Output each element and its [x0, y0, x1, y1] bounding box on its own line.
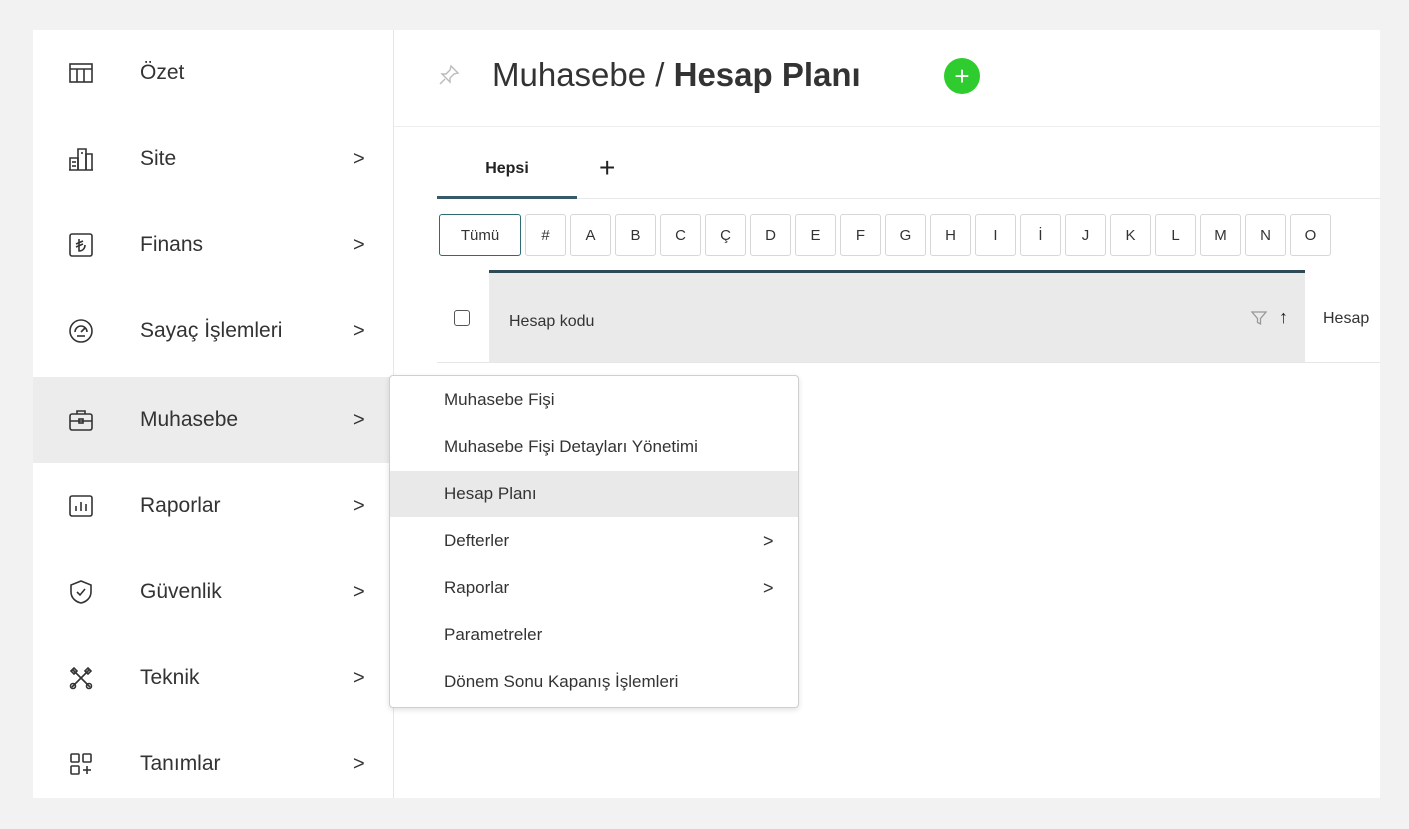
briefcase-icon [67, 406, 95, 434]
letter-filter[interactable]: İ [1020, 214, 1061, 256]
select-all-checkbox[interactable] [454, 310, 470, 326]
muhasebe-submenu: Muhasebe Fişi Muhasebe Fişi Detayları Yö… [389, 375, 799, 708]
letter-filter[interactable]: M [1200, 214, 1241, 256]
letter-filter[interactable]: K [1110, 214, 1151, 256]
chevron-right-icon: > [763, 530, 774, 551]
sidebar-item-site[interactable]: Site > [33, 116, 393, 202]
sidebar-item-label: Tanımlar [140, 752, 221, 775]
table-icon [67, 59, 95, 87]
chevron-right-icon: > [763, 577, 774, 598]
letter-filter[interactable]: H [930, 214, 971, 256]
letter-filter[interactable]: Ç [705, 214, 746, 256]
chevron-right-icon: > [353, 752, 365, 775]
sidebar-item-tanimlar[interactable]: Tanımlar > [33, 721, 393, 798]
filter-icon[interactable] [1250, 310, 1268, 326]
menu-item-defterler[interactable]: Defterler > [390, 518, 798, 564]
table-header: Hesap kodu ↑ Hesap [437, 270, 1380, 363]
breadcrumb[interactable]: Muhasebe / [492, 56, 674, 93]
tab-bar: Hepsi + [437, 142, 1380, 199]
page-header: Muhasebe / Hesap Planı + [394, 30, 1380, 127]
menu-item-muhasebe-fisi-detaylari[interactable]: Muhasebe Fişi Detayları Yönetimi [390, 424, 798, 470]
menu-item-label: Dönem Sonu Kapanış İşlemleri [444, 672, 679, 691]
chevron-right-icon: > [353, 494, 365, 517]
letter-filter[interactable]: # [525, 214, 566, 256]
chevron-right-icon: > [353, 147, 365, 170]
menu-item-donem-sonu-kapanis[interactable]: Dönem Sonu Kapanış İşlemleri [390, 659, 798, 705]
bar-chart-icon [67, 492, 95, 520]
page-title: Muhasebe / Hesap Planı [492, 56, 861, 94]
letter-filter[interactable]: O [1290, 214, 1331, 256]
letter-filter[interactable]: I [975, 214, 1016, 256]
letter-filter-bar: Tümü # A B C Ç D E F G H I İ J K L M N O [439, 214, 1331, 258]
column-header-label: Hesap kodu [509, 313, 595, 330]
menu-item-label: Raporlar [444, 578, 510, 597]
pin-icon[interactable] [437, 63, 461, 87]
chevron-right-icon: > [353, 408, 365, 431]
add-tab-button[interactable]: + [599, 152, 615, 184]
shield-icon [67, 578, 95, 606]
tab-hepsi[interactable]: Hepsi [437, 142, 577, 199]
letter-filter[interactable]: E [795, 214, 836, 256]
building-icon [67, 145, 95, 173]
menu-item-raporlar[interactable]: Raporlar > [390, 565, 798, 611]
grid-plus-icon [67, 750, 95, 778]
letter-filter[interactable]: L [1155, 214, 1196, 256]
chevron-right-icon: > [353, 233, 365, 256]
sidebar: Özet Site > Finans > Sayaç İşlemleri > M… [33, 30, 394, 798]
lira-icon [67, 231, 95, 259]
menu-item-label: Muhasebe Fişi [444, 390, 555, 409]
column-header-hesap[interactable]: Hesap [1323, 310, 1369, 328]
sidebar-item-muhasebe[interactable]: Muhasebe > [33, 377, 393, 463]
sidebar-item-teknik[interactable]: Teknik > [33, 635, 393, 721]
letter-filter[interactable]: A [570, 214, 611, 256]
tools-icon [67, 664, 95, 692]
current-page-label: Hesap Planı [673, 56, 861, 93]
sidebar-item-ozet[interactable]: Özet [33, 30, 393, 116]
add-button[interactable]: + [944, 58, 980, 94]
letter-filter[interactable]: B [615, 214, 656, 256]
menu-item-muhasebe-fisi[interactable]: Muhasebe Fişi [390, 377, 798, 423]
chevron-right-icon: > [353, 666, 365, 689]
sidebar-item-label: Sayaç İşlemleri [140, 319, 283, 342]
sidebar-item-label: Teknik [140, 666, 200, 689]
letter-filter[interactable]: D [750, 214, 791, 256]
menu-item-label: Defterler [444, 531, 510, 550]
menu-item-label: Muhasebe Fişi Detayları Yönetimi [444, 437, 698, 456]
menu-item-label: Parametreler [444, 625, 543, 644]
sidebar-item-raporlar[interactable]: Raporlar > [33, 463, 393, 549]
sidebar-item-label: Güvenlik [140, 580, 222, 603]
letter-filter[interactable]: F [840, 214, 881, 256]
letter-filter[interactable]: G [885, 214, 926, 256]
letter-filter[interactable]: C [660, 214, 701, 256]
menu-item-parametreler[interactable]: Parametreler [390, 612, 798, 658]
sidebar-item-guvenlik[interactable]: Güvenlik > [33, 549, 393, 635]
column-header-hesap-kodu[interactable]: Hesap kodu ↑ [489, 270, 1305, 362]
letter-filter[interactable]: J [1065, 214, 1106, 256]
sidebar-item-label: Muhasebe [140, 408, 239, 431]
chevron-right-icon: > [353, 580, 365, 603]
letter-filter-all[interactable]: Tümü [439, 214, 521, 256]
sort-ascending-icon[interactable]: ↑ [1279, 307, 1288, 328]
sidebar-item-label: Özet [140, 61, 185, 84]
gauge-icon [67, 317, 95, 345]
sidebar-item-label: Site [140, 147, 177, 170]
sidebar-item-label: Finans [140, 233, 204, 256]
letter-filter[interactable]: N [1245, 214, 1286, 256]
menu-item-label: Hesap Planı [444, 484, 537, 503]
sidebar-item-finans[interactable]: Finans > [33, 202, 393, 288]
sidebar-item-label: Raporlar [140, 494, 221, 517]
sidebar-item-sayac-islemleri[interactable]: Sayaç İşlemleri > [33, 288, 393, 374]
menu-item-hesap-plani[interactable]: Hesap Planı [390, 471, 798, 517]
chevron-right-icon: > [353, 319, 365, 342]
